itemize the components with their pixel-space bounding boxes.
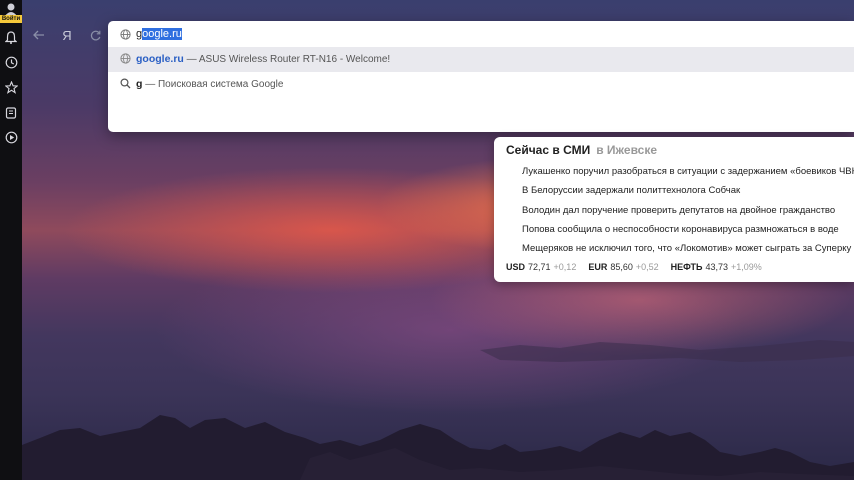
autocomplete-selection: oogle.ru — [142, 28, 182, 40]
star-icon — [4, 80, 18, 94]
address-input[interactable]: google.ru — [136, 27, 182, 41]
news-title[interactable]: Сейчас в СМИ в Ижевске — [506, 143, 657, 157]
suggestion-title: — ASUS Wireless Router RT-N16 - Welcome! — [183, 54, 391, 65]
sidebar-item-bookmarks[interactable] — [2, 78, 20, 96]
news-item[interactable]: Мещеряков не исключил того, что «Локомот… — [522, 243, 851, 255]
browser-sidebar: Войти — [0, 0, 22, 480]
currency-rates: USD 72,71 +0,12 EUR 85,60 +0,52 НЕФТЬ 43,73 +1… — [506, 262, 762, 272]
news-item[interactable]: Лукашенко поручил разобраться в ситуации… — [522, 166, 854, 178]
suggestion-url: google.ru — [136, 53, 184, 65]
reload-button[interactable] — [86, 26, 104, 44]
user-icon — [5, 3, 17, 16]
reload-icon — [90, 30, 100, 40]
globe-icon — [120, 53, 131, 67]
collections-icon — [5, 106, 16, 119]
globe-icon — [120, 27, 131, 45]
login-badge[interactable]: Войти — [0, 15, 22, 23]
bell-icon — [5, 30, 17, 44]
arrow-left-icon — [33, 30, 44, 40]
navigation-toolbar: Я — [22, 20, 112, 50]
news-item[interactable]: Попова сообщила о неспособности коронави… — [522, 224, 839, 236]
search-icon — [120, 78, 131, 92]
sidebar-item-notifications[interactable] — [2, 28, 20, 46]
clock-icon — [5, 56, 17, 68]
news-region[interactable]: в Ижевске — [596, 143, 657, 157]
back-button[interactable] — [30, 26, 48, 44]
omnibox-dropdown: google.ru google.ru — ASUS Wireless Rout… — [108, 21, 854, 132]
news-item[interactable]: В Белоруссии задержали политтехнолога Со… — [522, 185, 740, 197]
sidebar-item-video[interactable] — [2, 128, 20, 146]
rate-oil[interactable]: НЕФТЬ 43,73 +1,09% — [671, 262, 762, 272]
rate-usd[interactable]: USD 72,71 +0,12 — [506, 262, 576, 272]
news-widget: Сейчас в СМИ в Ижевске Лукашенко поручил … — [494, 137, 854, 282]
suggestion-item[interactable]: g — Поисковая система Google — [108, 72, 854, 97]
sidebar-item-collections[interactable] — [2, 103, 20, 121]
play-icon — [5, 131, 17, 143]
yandex-logo[interactable]: Я — [58, 26, 76, 44]
news-item[interactable]: Володин дал поручение проверить депутато… — [522, 205, 835, 217]
suggestion-title: — Поисковая система Google — [142, 79, 284, 90]
sidebar-item-history[interactable] — [2, 53, 20, 71]
rate-eur[interactable]: EUR 85,60 +0,52 — [588, 262, 658, 272]
address-bar[interactable]: google.ru — [108, 21, 854, 47]
suggestion-item[interactable]: google.ru — ASUS Wireless Router RT-N16 … — [108, 47, 854, 72]
